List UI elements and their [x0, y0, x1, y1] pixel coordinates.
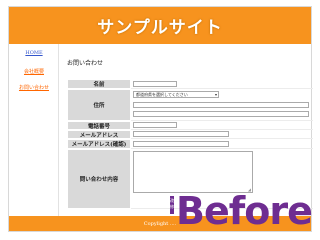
site-title: サンプルサイト — [97, 18, 223, 38]
sidebar: HOME 会社概要 お問い合わせ — [9, 44, 59, 216]
form-row-email: メールアドレス — [67, 130, 313, 139]
prefecture-select-value: 都道府県を選択してください — [136, 92, 188, 97]
phone-cell — [131, 121, 313, 130]
before-label: Before — [176, 189, 313, 233]
sidebar-item-contact[interactable]: お問い合わせ — [9, 84, 59, 91]
name-input[interactable] — [133, 81, 177, 87]
email-cell — [131, 130, 313, 139]
address-input-1[interactable] — [133, 102, 309, 108]
phone-label: 電話番号 — [67, 121, 131, 130]
before-badge: 改修 Before — [170, 189, 313, 233]
page-title: お問い合わせ — [67, 60, 104, 67]
before-stamp: 改修 — [170, 196, 174, 214]
sidebar-item-company[interactable]: 会社概要 — [9, 68, 59, 75]
address-input-2[interactable] — [133, 111, 309, 117]
name-cell — [131, 79, 313, 89]
phone-input[interactable] — [133, 122, 177, 128]
email-confirm-input[interactable] — [133, 141, 229, 147]
sidebar-item-home[interactable]: HOME — [9, 50, 59, 56]
prefecture-select[interactable]: 都道府県を選択してください ▾ — [133, 91, 219, 98]
email-label: メールアドレス — [67, 130, 131, 139]
email-input[interactable] — [133, 131, 229, 137]
form-row-phone: 電話番号 — [67, 121, 313, 130]
email-confirm-label: メールアドレス(確認) — [67, 139, 131, 149]
form-row-email-confirm: メールアドレス(確認) — [67, 139, 313, 149]
email-confirm-cell — [131, 139, 313, 149]
message-label: 問い合わせ内容 — [67, 149, 131, 209]
chevron-down-icon: ▾ — [214, 92, 217, 97]
form-row-address: 住所 都道府県を選択してください ▾ — [67, 89, 313, 121]
name-label: 名前 — [67, 79, 131, 89]
address-cell: 都道府県を選択してください ▾ — [131, 89, 313, 121]
form-row-name: 名前 — [67, 79, 313, 89]
site-header: サンプルサイト — [9, 7, 311, 44]
address-label: 住所 — [67, 89, 131, 121]
message-textarea[interactable]: ◢ — [133, 151, 253, 193]
